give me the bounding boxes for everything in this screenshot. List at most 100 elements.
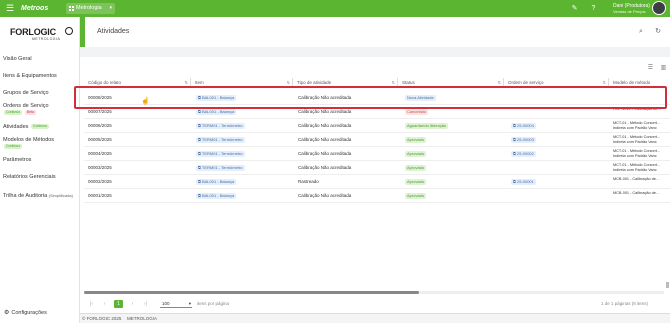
- brand-logo: FORLOGIC METROLOGIA: [10, 27, 73, 43]
- cell-item: ⧉ TERM01 - Termômetro: [196, 133, 296, 147]
- item-label: BAL001 - Balança: [201, 179, 235, 184]
- status-badge: Aprovado: [405, 165, 427, 171]
- item-label: TERM01 - Termômetro: [201, 137, 243, 142]
- sidebar-item-label: Parâmetros: [3, 157, 32, 163]
- page-size-value: 100: [162, 301, 170, 306]
- cell-os: ⧉ 25-00002: [511, 147, 591, 161]
- prev-page-button[interactable]: ‹: [100, 300, 109, 308]
- cell-status: Aprovado: [405, 175, 505, 189]
- column-label: Item: [195, 80, 204, 85]
- badge-continuo: Contínuo: [30, 124, 50, 130]
- sidebar-item-trilha[interactable]: Trilha de Auditoria (Simplificada): [3, 192, 78, 200]
- avatar[interactable]: [652, 1, 666, 15]
- sidebar-item-label: Itens & Equipamentos: [3, 73, 57, 79]
- cell-code: 00001/2025: [88, 193, 112, 198]
- cell-item: ⧉ TERM01 - Termômetro: [196, 119, 296, 133]
- sidebar-item-itens[interactable]: Itens & Equipamentos: [3, 73, 78, 80]
- item-link[interactable]: ⧉ TERM01 - Termômetro: [196, 151, 245, 157]
- next-page-button[interactable]: ›: [128, 300, 137, 308]
- os-link[interactable]: ⧉ 25-00002: [511, 151, 536, 157]
- table-row[interactable]: 00002/2025 ⧉ BAL001 - Balança Rastreado Apr…: [84, 175, 670, 189]
- column-label: Código do relato: [88, 80, 122, 85]
- chevron-down-icon: ▾: [188, 301, 191, 306]
- settings-button[interactable]: ⚙ Configurações: [4, 309, 47, 316]
- item-link[interactable]: ⧉ BAL001 - Balança: [196, 109, 237, 115]
- item-link[interactable]: ⧉ TERM01 - Termômetro: [196, 123, 245, 129]
- cell-code: 00003/2025: [88, 165, 112, 170]
- sidebar-item-visao-geral[interactable]: Visão Geral: [3, 56, 78, 63]
- footer-copyright: © FORLOGIC 2025: [82, 316, 122, 321]
- scrollbar-thumb[interactable]: [84, 291, 419, 294]
- sidebar-item-label: Visão Geral: [3, 56, 32, 62]
- module-selector[interactable]: Metrologia ▾: [66, 3, 115, 14]
- page-number-button[interactable]: 1: [114, 300, 123, 308]
- cell-type: Calibração Não acreditada: [298, 151, 352, 156]
- columns-icon[interactable]: ▥: [660, 65, 667, 72]
- item-link[interactable]: ⧉ TERM01 - Termômetro: [196, 137, 245, 143]
- os-label: 25-00001: [516, 179, 534, 184]
- table-row[interactable]: 00004/2025 ⧉ TERM01 - Termômetro Calibraçã…: [84, 147, 670, 161]
- cell-status: Aprovado: [405, 133, 505, 147]
- table-row[interactable]: 00001/2025 ⧉ BAL001 - Balança Calibração N…: [84, 189, 670, 203]
- search-icon[interactable]: ⌕: [637, 28, 645, 36]
- cell-method: MCT-01 - Método Concert... Indireta com …: [613, 135, 661, 144]
- item-label: TERM01 - Termômetro: [201, 123, 243, 128]
- os-link[interactable]: ⧉ 25-00001: [511, 179, 536, 185]
- app-logo[interactable]: Metroos: [21, 4, 48, 13]
- vertical-scrollbar[interactable]: [666, 282, 669, 288]
- refresh-icon[interactable]: ↻: [654, 28, 662, 36]
- gear-icon: ⚙: [4, 310, 10, 316]
- user-info[interactable]: Dani (Produtora) Vendas de Preços: [613, 3, 650, 15]
- sidebar-item-label: Ordens de Serviço: [3, 103, 49, 109]
- sidebar-item-ordens[interactable]: Ordens de Serviço Contínuo Beta: [3, 103, 78, 117]
- cell-type: Calibração Não acreditada: [298, 193, 352, 198]
- last-page-button[interactable]: ›|: [141, 300, 150, 308]
- page-header: Atividades ⌕ ↻: [80, 17, 670, 47]
- cell-type: Rastreado: [298, 179, 319, 184]
- badge-continuo: Contínuo: [4, 110, 23, 116]
- sidebar-item-modelos[interactable]: Modelos de Métodos Contínuo: [3, 137, 78, 151]
- list-view-icon[interactable]: ☰: [647, 65, 654, 72]
- item-label: TERM01 - Termômetro: [201, 165, 243, 170]
- os-label: 25-00003: [516, 137, 534, 142]
- mouse-cursor-icon: ☝: [141, 98, 150, 105]
- item-label: TERM01 - Termômetro: [201, 151, 243, 156]
- os-link[interactable]: ⧉ 25-00004: [511, 123, 536, 129]
- os-label: 25-00002: [516, 151, 534, 156]
- pagination-summary: 1 de 1 páginas (8 itens): [601, 301, 649, 306]
- cell-status: Aprovado: [405, 161, 505, 175]
- cell-item: ⧉ BAL001 - Balança: [196, 189, 296, 203]
- brand-tag: METROLOGIA: [32, 37, 61, 41]
- sidebar-item-grupos[interactable]: Grupos de Serviço: [3, 90, 78, 97]
- os-link[interactable]: ⧉ 25-00003: [511, 137, 536, 143]
- cell-item: ⧉ TERM01 - Termômetro: [196, 161, 296, 175]
- horizontal-scrollbar[interactable]: [84, 291, 664, 294]
- cell-type: Calibração Não acreditada: [298, 137, 352, 142]
- table-row[interactable]: 00005/2025 ⧉ TERM01 - Termômetro Calibraçã…: [84, 133, 670, 147]
- cell-method: MCB-001 - Calibração de...: [613, 191, 660, 195]
- item-link[interactable]: ⧉ BAL001 - Balança: [196, 193, 237, 199]
- item-link[interactable]: ⧉ BAL001 - Balança: [196, 179, 237, 185]
- sidebar-item-parametros[interactable]: Parâmetros: [3, 157, 78, 164]
- sidebar-item-relatorios[interactable]: Relatórios Gerenciais: [3, 174, 78, 181]
- page-size-select[interactable]: 100 ▾: [160, 299, 192, 308]
- table-row[interactable]: 00006/2025 ⧉ TERM01 - Termômetro Calibraçã…: [84, 119, 670, 133]
- cell-item: ⧉ BAL001 - Balança: [196, 175, 296, 189]
- page-title: Atividades: [97, 28, 130, 35]
- table-row[interactable]: 00003/2025 ⧉ TERM01 - Termômetro Calibraçã…: [84, 161, 670, 175]
- notes-icon[interactable]: ✎: [570, 4, 579, 13]
- badge-continuo: Contínuo: [4, 144, 23, 150]
- item-link[interactable]: ⧉ TERM01 - Termômetro: [196, 165, 245, 171]
- column-label: Status: [402, 80, 415, 85]
- badge-beta: Beta: [24, 110, 36, 116]
- cell-status: Aguardando liberação: [405, 119, 505, 133]
- sidebar: FORLOGIC METROLOGIA Visão Geral Itens & …: [0, 17, 80, 323]
- sidebar-item-atividades[interactable]: Atividades Contínuo: [3, 124, 78, 131]
- help-icon[interactable]: ?: [589, 4, 598, 13]
- footer-module: METROLOGIA: [127, 316, 158, 321]
- brand-name: FORLOGIC: [10, 27, 56, 37]
- hamburger-menu-icon[interactable]: ☰: [6, 4, 15, 13]
- cell-os: ⧉ 25-00003: [511, 133, 591, 147]
- first-page-button[interactable]: |‹: [87, 300, 96, 308]
- status-badge: Aprovado: [405, 179, 427, 185]
